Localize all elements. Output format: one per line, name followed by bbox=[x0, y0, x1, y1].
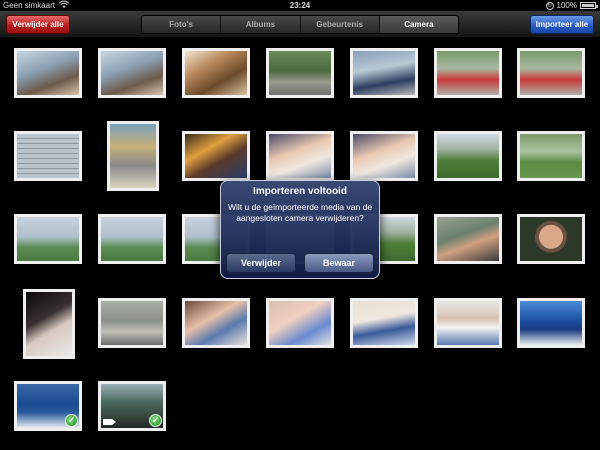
photo-thumbnail[interactable] bbox=[182, 48, 250, 98]
view-segmented-control: Foto's Albums Gebeurtenis Camera bbox=[141, 15, 459, 34]
status-bar: Geen simkaart 23:24 ↻ 100% bbox=[0, 0, 600, 11]
photo-thumbnail[interactable] bbox=[517, 298, 585, 348]
battery-icon bbox=[580, 2, 598, 9]
tab-albums[interactable]: Albums bbox=[221, 16, 301, 33]
import-all-button[interactable]: Importeer alle bbox=[530, 15, 594, 34]
photo-thumbnail[interactable] bbox=[350, 131, 418, 181]
video-camera-icon bbox=[103, 419, 116, 425]
photo-thumbnail[interactable] bbox=[350, 48, 418, 98]
delete-all-button[interactable]: Verwijder alle bbox=[6, 15, 70, 34]
tab-camera[interactable]: Camera bbox=[379, 16, 458, 33]
photo-thumbnail[interactable] bbox=[517, 131, 585, 181]
photo-thumbnail[interactable] bbox=[182, 131, 250, 181]
photo-thumbnail[interactable] bbox=[98, 48, 166, 98]
photo-thumbnail[interactable] bbox=[350, 298, 418, 348]
photo-thumbnail[interactable] bbox=[23, 289, 75, 359]
tab-events[interactable]: Gebeurtenis bbox=[300, 16, 380, 33]
photo-thumbnail[interactable] bbox=[14, 214, 82, 264]
delete-button[interactable]: Verwijder bbox=[226, 253, 296, 273]
photo-thumbnail[interactable] bbox=[434, 298, 502, 348]
alert-button-row: Verwijder Bewaar bbox=[226, 253, 374, 273]
imported-check-icon: ✓ bbox=[149, 414, 162, 427]
photo-thumbnail[interactable] bbox=[517, 48, 585, 98]
imported-check-icon: ✓ bbox=[65, 414, 78, 427]
photo-thumbnail[interactable] bbox=[107, 121, 159, 191]
photo-thumbnail[interactable] bbox=[434, 214, 502, 264]
battery-percent: 100% bbox=[556, 1, 577, 10]
clock: 23:24 bbox=[289, 1, 311, 10]
photo-thumbnail[interactable] bbox=[14, 48, 82, 98]
video-thumbnail[interactable]: ✓ bbox=[98, 381, 166, 431]
photo-thumbnail[interactable] bbox=[98, 214, 166, 264]
photo-thumbnail[interactable] bbox=[14, 131, 82, 181]
photo-thumbnail[interactable] bbox=[434, 48, 502, 98]
photo-thumbnail[interactable] bbox=[266, 48, 334, 98]
tab-photos[interactable]: Foto's bbox=[142, 16, 222, 33]
photo-thumbnail[interactable] bbox=[266, 131, 334, 181]
photo-thumbnail[interactable]: ✓ bbox=[14, 381, 82, 431]
photo-thumbnail[interactable] bbox=[182, 298, 250, 348]
photo-thumbnail[interactable] bbox=[266, 298, 334, 348]
alert-title: Importeren voltooid bbox=[253, 186, 347, 197]
import-complete-alert: Importeren voltooid Wilt u de geïmportee… bbox=[220, 180, 380, 279]
photo-thumbnail[interactable] bbox=[98, 298, 166, 348]
photo-thumbnail[interactable] bbox=[434, 131, 502, 181]
keep-button[interactable]: Bewaar bbox=[304, 253, 374, 273]
alert-message: Wilt u de geïmporteerde media van de aan… bbox=[227, 202, 373, 223]
photo-thumbnail[interactable] bbox=[517, 214, 585, 264]
toolbar: Verwijder alle Foto's Albums Gebeurtenis… bbox=[0, 11, 600, 38]
rotation-lock-icon: ↻ bbox=[545, 1, 554, 10]
